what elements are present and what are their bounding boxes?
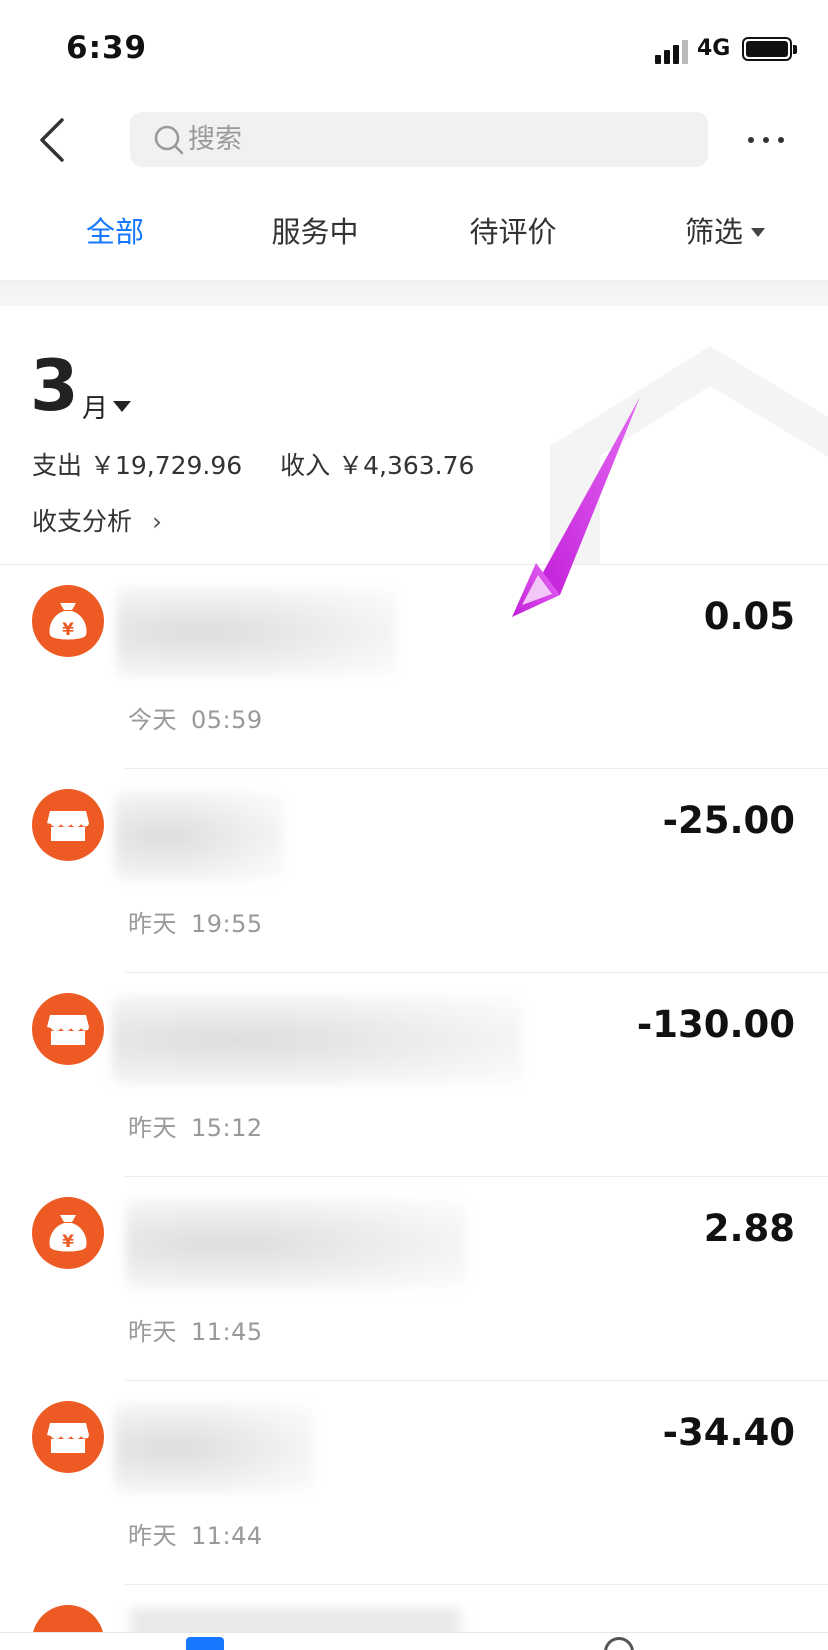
cellular-signal-icon — [655, 38, 689, 64]
money-bag-icon: ¥ — [32, 1197, 104, 1269]
chevron-left-icon — [40, 118, 64, 162]
status-time: 6:39 — [66, 30, 148, 66]
svg-text:¥: ¥ — [62, 620, 74, 640]
month-unit[interactable]: 月 — [82, 388, 108, 425]
svg-text:¥: ¥ — [62, 1232, 74, 1252]
search-icon — [154, 125, 184, 155]
transaction-amount: -34.40 — [662, 1411, 795, 1454]
transaction-amount: -130.00 — [636, 1003, 795, 1046]
income-total: 收入 ￥4,363.76 — [280, 451, 475, 480]
home-tab-icon[interactable] — [186, 1637, 224, 1650]
month-summary: 3 月 支出 ￥19,729.96 收入 ￥4,363.76 收支分析 › — [0, 306, 828, 564]
analysis-label: 收支分析 — [32, 507, 133, 536]
search-input[interactable] — [188, 112, 668, 167]
battery-icon — [742, 37, 797, 61]
month-totals: 支出 ￥19,729.96 收入 ￥4,363.76 — [32, 446, 504, 482]
more-button[interactable] — [748, 124, 784, 156]
shop-icon — [32, 789, 104, 861]
merchant-name-blurred — [114, 1403, 314, 1493]
row-divider — [124, 1584, 828, 1585]
transaction-time: 昨天 11:44 — [128, 1522, 263, 1550]
merchant-name-blurred — [112, 995, 522, 1085]
caret-down-icon — [751, 227, 765, 237]
transaction-amount: -25.00 — [662, 799, 795, 842]
transaction-row[interactable]: -130.00 昨天 15:12 — [0, 973, 828, 1177]
transaction-amount: 2.88 — [703, 1207, 795, 1250]
search-bar[interactable] — [130, 112, 708, 167]
tab-filter[interactable]: 筛选 — [660, 200, 790, 264]
tab-in-service[interactable]: 服务中 — [250, 200, 380, 264]
money-bag-icon: ¥ — [32, 585, 104, 657]
shop-icon — [32, 993, 104, 1065]
merchant-name-blurred — [126, 1199, 466, 1289]
bottom-tab-bar — [0, 1632, 828, 1650]
filter-tabs: 全部 服务中 待评价 筛选 — [0, 200, 828, 270]
status-bar: 6:39 4G — [0, 0, 828, 96]
analysis-link[interactable]: 收支分析 › — [32, 502, 162, 538]
transaction-time: 昨天 11:45 — [128, 1318, 263, 1346]
transaction-row[interactable]: ¥ 2.88 昨天 11:45 — [0, 1177, 828, 1381]
transaction-time: 今天 05:59 — [128, 706, 263, 734]
transaction-amount: 0.05 — [703, 595, 795, 638]
transaction-row[interactable]: -34.40 昨天 11:44 — [0, 1381, 828, 1585]
annotation-arrow-icon — [512, 397, 640, 617]
month-number[interactable]: 3 — [30, 346, 79, 426]
transaction-row[interactable]: ¥ 0.05 今天 05:59 — [0, 565, 828, 769]
profile-tab-icon[interactable] — [604, 1637, 634, 1650]
tab-pending-review[interactable]: 待评价 — [448, 200, 578, 264]
transaction-time: 昨天 15:12 — [128, 1114, 263, 1142]
transaction-time: 昨天 19:55 — [128, 910, 263, 938]
transaction-row[interactable]: -25.00 昨天 19:55 — [0, 769, 828, 973]
section-divider — [0, 280, 828, 306]
back-button[interactable] — [30, 112, 80, 168]
tab-all[interactable]: 全部 — [60, 200, 170, 264]
merchant-name-blurred — [114, 791, 284, 881]
shop-icon — [32, 1401, 104, 1473]
merchant-name-blurred — [116, 587, 396, 677]
network-type: 4G — [697, 36, 731, 61]
chevron-right-icon: › — [151, 507, 162, 536]
expense-total: 支出 ￥19,729.96 — [32, 451, 243, 480]
month-caret-icon[interactable] — [113, 401, 131, 412]
